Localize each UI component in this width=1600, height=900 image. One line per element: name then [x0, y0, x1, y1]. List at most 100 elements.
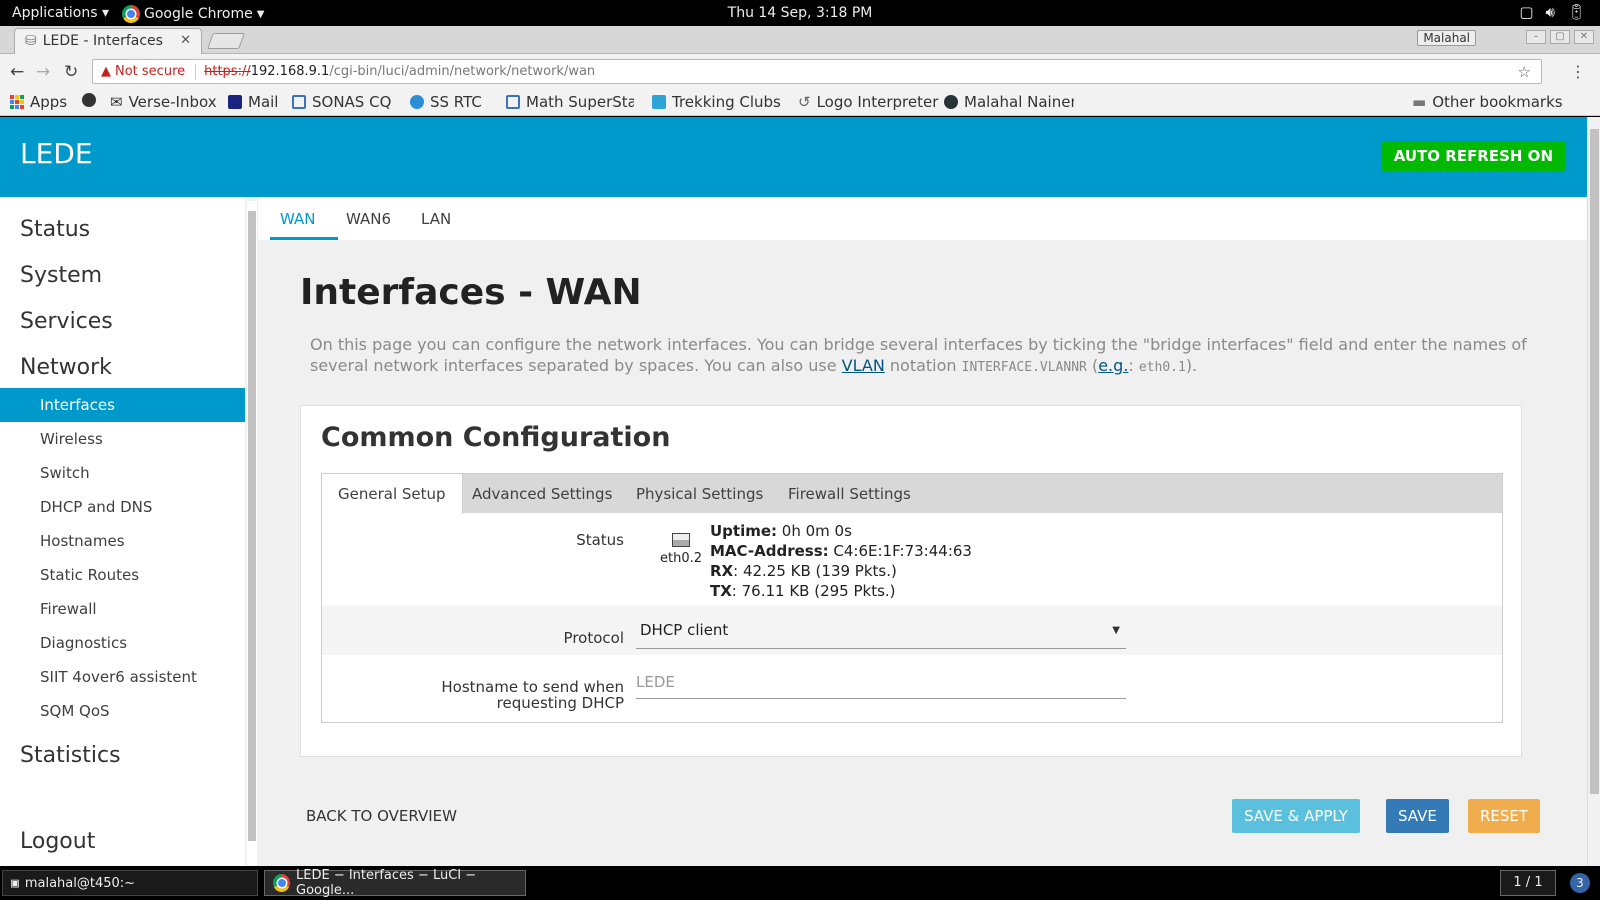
- taskbar-chrome[interactable]: LEDE − Interfaces − LuCI − Google...: [264, 868, 526, 898]
- browser-menu-icon[interactable]: ⋮: [1570, 62, 1586, 81]
- sidebar-item-siit[interactable]: SIIT 4over6 assistent: [0, 660, 245, 694]
- sidebar-item-diagnostics[interactable]: Diagnostics: [0, 626, 245, 660]
- profile-button[interactable]: Malahal: [1417, 30, 1476, 46]
- taskbar: ▣ malahal@t450:~ LEDE − Interfaces − LuC…: [0, 866, 1600, 900]
- taskbar-label: malahal@t450:~: [24, 875, 136, 891]
- clock[interactable]: Thu 14 Sep, 3:18 PM: [0, 5, 1600, 21]
- bookmark-label: Trekking Clubs: [672, 93, 781, 111]
- bookmark-label: SONAS CQ: [312, 93, 392, 111]
- rx-line: RX: 42.25 KB (139 Pkts.): [710, 561, 1030, 581]
- tab-firewall-settings[interactable]: Firewall Settings: [788, 474, 911, 514]
- workspace-indicator[interactable]: 1 / 1: [1500, 870, 1556, 896]
- close-icon[interactable]: ✕: [180, 33, 191, 48]
- desc-code: INTERFACE.VLANNR: [961, 360, 1087, 375]
- scrollbar-thumb[interactable]: [248, 211, 256, 841]
- other-bookmarks[interactable]: ▬ Other bookmarks: [1412, 93, 1563, 111]
- sidebar-item-static-routes[interactable]: Static Routes: [0, 558, 245, 592]
- new-tab-button[interactable]: [207, 33, 245, 49]
- bookmark-verse-inbox[interactable]: ✉ Verse-Inbox: [110, 93, 217, 111]
- page-scrollbar[interactable]: [1587, 117, 1600, 866]
- desc-text: notation: [884, 356, 962, 375]
- menu-logout[interactable]: Logout: [20, 829, 95, 854]
- mac-line: MAC-Address: C4:6E:1F:73:44:63: [710, 541, 1030, 561]
- interface-badge: eth0.2: [658, 533, 704, 566]
- sidebar-item-wireless[interactable]: Wireless: [0, 422, 245, 456]
- bookmark-math-superstar[interactable]: Math SuperStar: [506, 93, 634, 111]
- folder-icon: ▬: [1412, 93, 1427, 111]
- bookmark-star-icon[interactable]: ☆: [1518, 63, 1531, 81]
- menu-system[interactable]: System: [20, 263, 102, 288]
- sidebar: Status System Services Network Interface…: [0, 197, 245, 866]
- bookmark-trekking-clubs[interactable]: Trekking Clubs: [652, 93, 781, 111]
- lede-brand[interactable]: LEDE: [20, 137, 93, 170]
- protocol-select[interactable]: DHCP client ▼: [636, 613, 1126, 649]
- browser-tab[interactable]: ⛁ LEDE - Interfaces ✕: [14, 28, 202, 54]
- tab-advanced-settings[interactable]: Advanced Settings: [472, 474, 612, 514]
- system-tray[interactable]: ▢ 🔊︎ 🔋︎: [1519, 3, 1586, 21]
- ethernet-port-icon: [672, 533, 690, 547]
- auto-refresh-button[interactable]: AUTO REFRESH ON: [1381, 141, 1565, 171]
- frog-icon: [82, 93, 96, 107]
- example-link[interactable]: e.g.: [1098, 356, 1128, 375]
- bookmark-label: Apps: [30, 93, 68, 111]
- mac-value: C4:6E:1F:73:44:63: [828, 542, 972, 560]
- window-controls: – ▢ ✕: [1526, 30, 1594, 44]
- tab-favicon-icon: ⛁: [25, 33, 37, 49]
- battery-icon[interactable]: 🔋︎: [1567, 3, 1586, 21]
- back-to-overview-button[interactable]: BACK TO OVERVIEW: [302, 799, 469, 833]
- save-button[interactable]: SAVE: [1386, 799, 1449, 833]
- scrollbar-thumb[interactable]: [1590, 129, 1599, 794]
- uptime-line: Uptime: 0h 0m 0s: [710, 521, 1030, 541]
- window-icon[interactable]: ▢: [1519, 3, 1533, 21]
- sidebar-item-interfaces[interactable]: Interfaces: [0, 388, 245, 422]
- sidebar-item-sqm-qos[interactable]: SQM QoS: [0, 694, 245, 728]
- minimize-icon[interactable]: –: [1526, 30, 1546, 44]
- protocol-label: Protocol: [563, 629, 624, 647]
- sidebar-item-firewall[interactable]: Firewall: [0, 592, 245, 626]
- vlan-link[interactable]: VLAN: [842, 356, 885, 375]
- bookmark-sonas-cq[interactable]: SONAS CQ: [292, 93, 391, 111]
- close-window-icon[interactable]: ✕: [1574, 30, 1594, 44]
- notification-badge[interactable]: 3: [1570, 873, 1590, 893]
- sidebar-scrollbar[interactable]: [247, 201, 257, 866]
- forward-arrow-icon[interactable]: →: [36, 62, 50, 82]
- tab-title: LEDE - Interfaces: [42, 33, 163, 49]
- tab-general-setup[interactable]: General Setup: [322, 474, 463, 514]
- bookmark-apps[interactable]: Apps: [10, 93, 67, 111]
- desc-text: (: [1086, 356, 1099, 375]
- bookmark-label: Verse-Inbox: [128, 93, 217, 111]
- tab-wan[interactable]: WAN: [280, 210, 316, 228]
- bookmark-frog[interactable]: [82, 93, 96, 107]
- bookmark-label: Logo Interpreter: [816, 93, 939, 111]
- tab-lan[interactable]: LAN: [421, 210, 451, 228]
- save-apply-button[interactable]: SAVE & APPLY: [1232, 799, 1360, 833]
- menu-status[interactable]: Status: [20, 217, 90, 242]
- reload-icon[interactable]: ↻: [64, 62, 78, 82]
- tab-wan6[interactable]: WAN6: [346, 210, 391, 228]
- menu-services[interactable]: Services: [20, 309, 113, 334]
- bookmark-ss-rtc[interactable]: SS RTC: [410, 93, 482, 111]
- hostname-input[interactable]: LEDE: [636, 665, 1126, 699]
- bookmark-mail[interactable]: Mail: [228, 93, 278, 111]
- mac-label: MAC-Address:: [710, 542, 829, 560]
- sidebar-item-dhcp-dns[interactable]: DHCP and DNS: [0, 490, 245, 524]
- address-bar[interactable]: ▲ Not secure https:// 192.168.9.1 /cgi-b…: [92, 59, 1542, 84]
- reset-button[interactable]: RESET: [1468, 799, 1541, 833]
- tab-physical-settings[interactable]: Physical Settings: [636, 474, 763, 514]
- security-status[interactable]: Not secure: [115, 64, 185, 79]
- desc-text: :: [1128, 356, 1139, 375]
- bookmark-malahal[interactable]: Malahal Nainen: [944, 93, 1074, 111]
- back-arrow-icon[interactable]: ←: [10, 62, 24, 82]
- maximize-icon[interactable]: ▢: [1550, 30, 1570, 44]
- sidebar-item-switch[interactable]: Switch: [0, 456, 245, 490]
- sidebar-item-hostnames[interactable]: Hostnames: [0, 524, 245, 558]
- envelope-icon: ✉: [110, 93, 123, 111]
- apps-grid-icon: [10, 95, 24, 109]
- taskbar-terminal[interactable]: ▣ malahal@t450:~: [2, 870, 258, 896]
- menu-statistics[interactable]: Statistics: [20, 743, 121, 768]
- bookmark-label: Malahal Nainen: [964, 93, 1074, 111]
- config-tabs: General Setup Advanced Settings Physical…: [321, 473, 1503, 514]
- bookmark-logo-interpreter[interactable]: ↺ Logo Interpreter: [798, 93, 938, 111]
- volume-icon[interactable]: 🔊︎: [1546, 3, 1555, 21]
- menu-network[interactable]: Network: [20, 355, 112, 380]
